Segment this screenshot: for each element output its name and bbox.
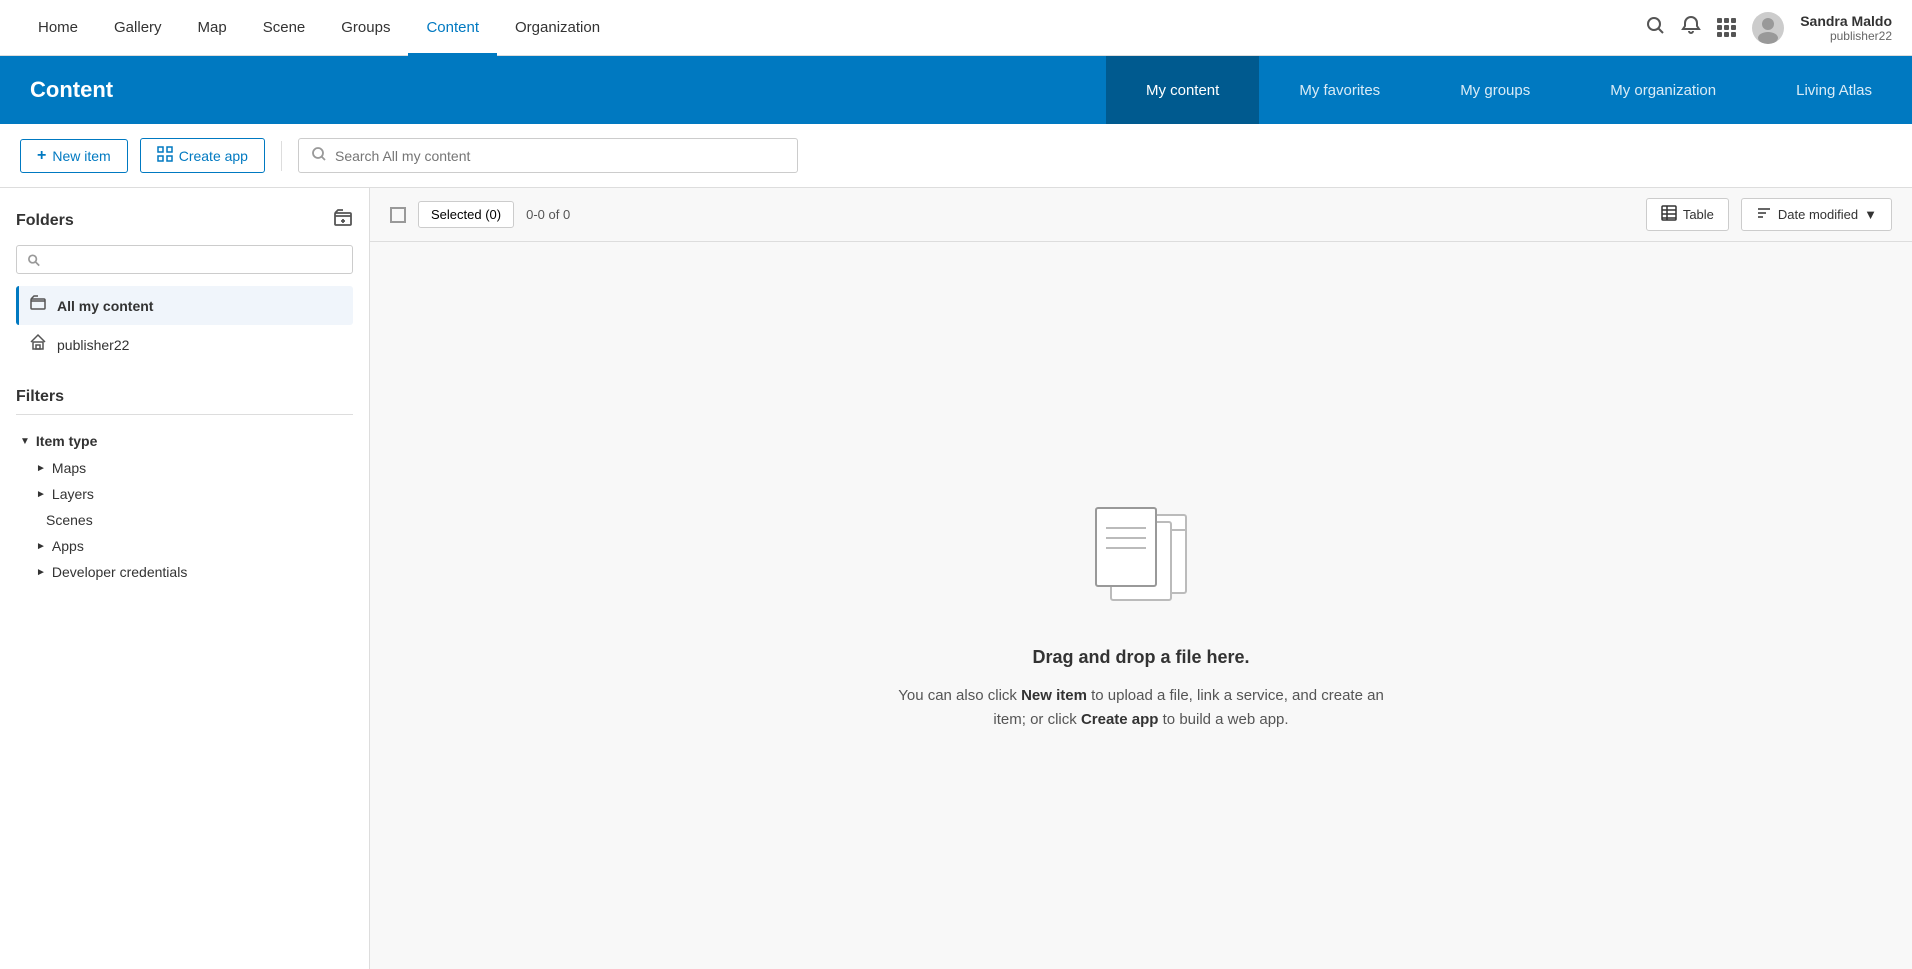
selected-count-button[interactable]: Selected (0) xyxy=(418,201,514,228)
toolbar: + New item Create app xyxy=(0,124,1912,188)
chevron-right-icon: ► xyxy=(36,541,46,552)
folder-search-icon xyxy=(27,253,40,267)
table-label: Table xyxy=(1683,207,1714,222)
nav-organization[interactable]: Organization xyxy=(497,0,618,56)
top-nav: Home Gallery Map Scene Groups Content Or… xyxy=(0,0,1912,56)
nav-content[interactable]: Content xyxy=(408,0,497,56)
empty-files-icon xyxy=(1071,480,1211,623)
folder-icon xyxy=(29,294,47,317)
filter-layers[interactable]: ► Layers xyxy=(16,481,353,507)
filters-title: Filters xyxy=(16,388,353,406)
nav-home[interactable]: Home xyxy=(20,0,96,56)
chevron-down-icon: ▼ xyxy=(20,436,30,447)
content-area: Selected (0) 0-0 of 0 Table xyxy=(370,188,1912,969)
empty-create-app-bold: Create app xyxy=(1081,711,1159,728)
empty-new-item-bold: New item xyxy=(1021,687,1087,704)
filter-apps-label: Apps xyxy=(52,538,84,554)
home-icon xyxy=(29,333,47,356)
filter-maps[interactable]: ► Maps xyxy=(16,455,353,481)
chevron-right-icon: ► xyxy=(36,567,46,578)
folder-publisher22[interactable]: publisher22 xyxy=(16,325,353,364)
filter-developer-credentials[interactable]: ► Developer credentials xyxy=(16,559,353,585)
content-header: Content My content My favorites My group… xyxy=(0,56,1912,124)
sidebar: Folders All my content xyxy=(0,188,370,969)
chevron-right-icon: ► xyxy=(36,463,46,474)
avatar[interactable] xyxy=(1752,12,1784,44)
empty-state: Drag and drop a file here. You can also … xyxy=(370,242,1912,969)
nav-map[interactable]: Map xyxy=(180,0,245,56)
new-item-button[interactable]: + New item xyxy=(20,139,128,173)
folder-all-my-content[interactable]: All my content xyxy=(16,286,353,325)
new-folder-icon[interactable] xyxy=(333,208,353,233)
date-modified-label: Date modified xyxy=(1778,207,1858,222)
folders-label: Folders xyxy=(16,212,74,230)
filter-scenes-label: Scenes xyxy=(46,512,93,528)
nav-scene[interactable]: Scene xyxy=(245,0,324,56)
empty-title: Drag and drop a file here. xyxy=(1032,647,1249,668)
folder-publisher22-label: publisher22 xyxy=(57,337,129,353)
user-role: publisher22 xyxy=(1800,29,1892,43)
user-name: Sandra Maldo xyxy=(1800,13,1892,29)
item-count-label: 0-0 of 0 xyxy=(526,207,570,222)
empty-desc-suffix: to build a web app. xyxy=(1158,711,1288,728)
filter-scenes[interactable]: Scenes xyxy=(16,507,353,533)
search-input[interactable] xyxy=(335,148,785,164)
folder-search-input[interactable] xyxy=(46,252,342,267)
add-icon: + xyxy=(37,147,46,165)
notifications-icon[interactable] xyxy=(1681,15,1701,40)
sort-icon xyxy=(1756,205,1772,224)
folder-search-box[interactable] xyxy=(16,245,353,274)
tab-my-favorites[interactable]: My favorites xyxy=(1259,56,1420,124)
filter-layers-label: Layers xyxy=(52,486,94,502)
filter-divider xyxy=(16,414,353,415)
chevron-right-icon: ► xyxy=(36,489,46,500)
search-icon[interactable] xyxy=(1645,15,1665,40)
content-page-title: Content xyxy=(30,77,113,103)
grid-icon xyxy=(157,146,173,165)
filter-dev-creds-label: Developer credentials xyxy=(52,564,187,580)
nav-groups[interactable]: Groups xyxy=(323,0,408,56)
filter-item-type-section[interactable]: ▼ Item type xyxy=(16,427,353,455)
search-icon xyxy=(311,146,327,165)
table-view-button[interactable]: Table xyxy=(1646,198,1729,231)
empty-desc: You can also click New item to upload a … xyxy=(891,684,1391,732)
tab-my-groups[interactable]: My groups xyxy=(1420,56,1570,124)
waffle-menu-icon[interactable] xyxy=(1717,18,1736,37)
empty-desc-prefix: You can also click xyxy=(898,687,1021,704)
user-info: Sandra Maldo publisher22 xyxy=(1800,13,1892,43)
tab-my-organization[interactable]: My organization xyxy=(1570,56,1756,124)
content-toolbar: Selected (0) 0-0 of 0 Table xyxy=(370,188,1912,242)
filter-maps-label: Maps xyxy=(52,460,86,476)
search-box[interactable] xyxy=(298,138,798,173)
create-app-button[interactable]: Create app xyxy=(140,138,265,173)
date-modified-button[interactable]: Date modified ▼ xyxy=(1741,198,1892,231)
filter-item-type-label: Item type xyxy=(36,433,97,449)
toolbar-divider xyxy=(281,141,282,171)
filter-apps[interactable]: ► Apps xyxy=(16,533,353,559)
new-item-label: New item xyxy=(52,148,110,164)
tab-living-atlas[interactable]: Living Atlas xyxy=(1756,56,1912,124)
create-app-label: Create app xyxy=(179,148,248,164)
select-all-checkbox[interactable] xyxy=(390,207,406,223)
nav-gallery[interactable]: Gallery xyxy=(96,0,180,56)
top-nav-right: Sandra Maldo publisher22 xyxy=(1645,12,1892,44)
table-icon xyxy=(1661,205,1677,224)
folders-section-title: Folders xyxy=(16,208,353,233)
main-layout: Folders All my content xyxy=(0,188,1912,969)
top-nav-links: Home Gallery Map Scene Groups Content Or… xyxy=(20,0,1645,56)
folder-all-label: All my content xyxy=(57,298,153,314)
chevron-down-icon: ▼ xyxy=(1864,207,1877,222)
tab-my-content[interactable]: My content xyxy=(1106,56,1259,124)
content-tabs: My content My favorites My groups My org… xyxy=(1106,56,1912,124)
